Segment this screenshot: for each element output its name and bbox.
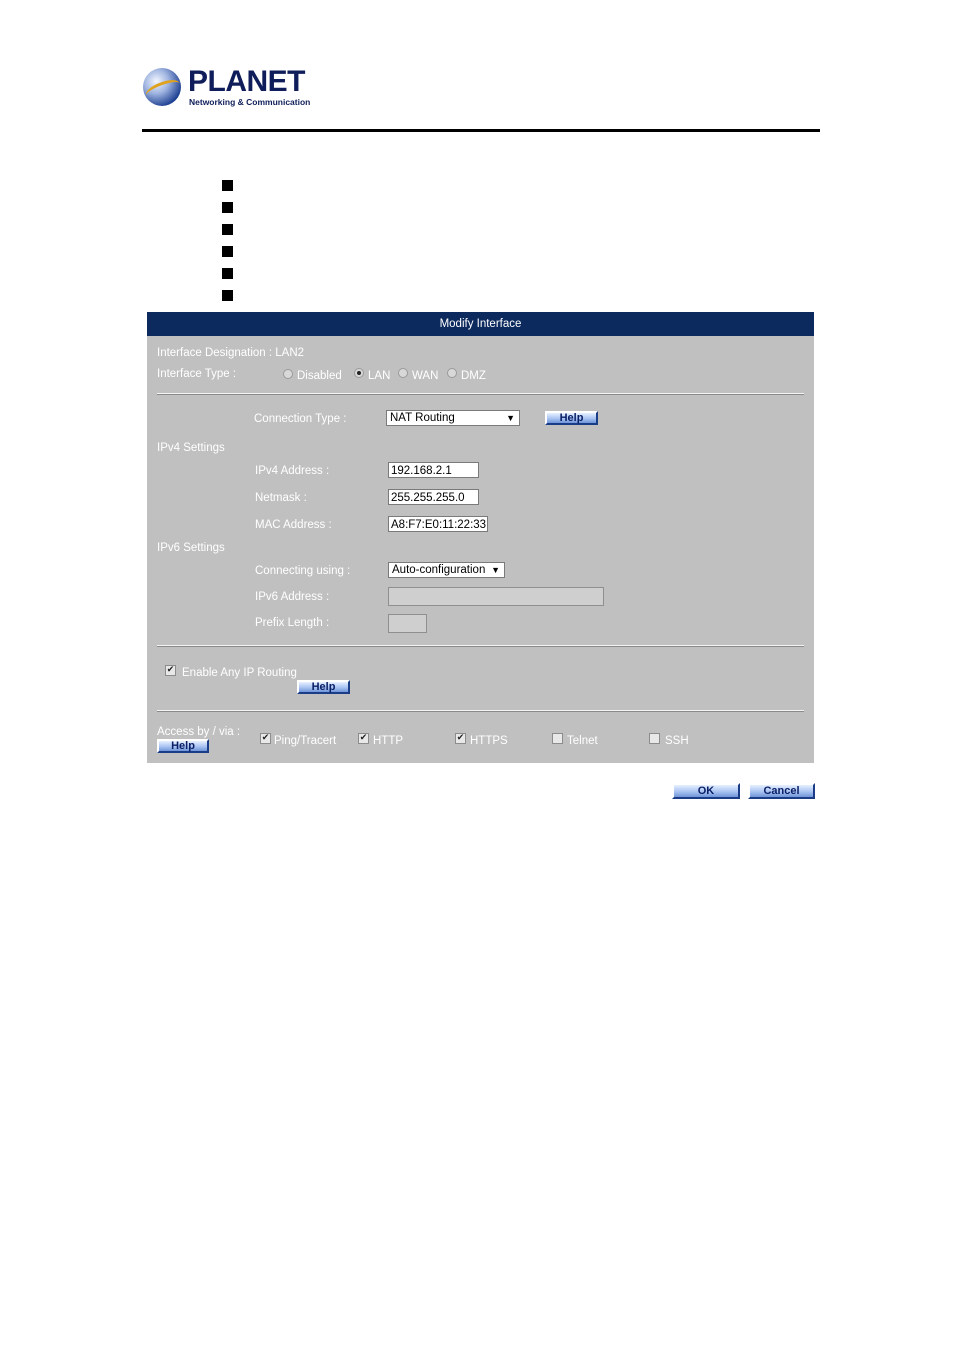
ipv6-heading: IPv6 Settings xyxy=(157,542,225,554)
radio-dmz[interactable] xyxy=(447,368,457,378)
access-http-checkbox[interactable]: ✔ xyxy=(358,733,369,744)
divider xyxy=(157,645,804,647)
any-ip-routing-label: Enable Any IP Routing xyxy=(182,667,297,679)
cancel-button[interactable]: Cancel xyxy=(748,783,815,799)
ipv4-address-label: IPv4 Address : xyxy=(255,465,330,477)
connecting-using-select[interactable]: Auto-configuration ▼ xyxy=(388,562,505,578)
ipv6-address-label: IPv6 Address : xyxy=(255,591,330,603)
access-https-label: HTTPS xyxy=(470,735,508,747)
modify-interface-panel: Modify Interface Interface Designation :… xyxy=(147,312,814,763)
connection-type-value: NAT Routing xyxy=(390,412,455,424)
bullet-icon xyxy=(222,202,233,213)
mac-address-field[interactable]: A8:F7:E0:11:22:33 xyxy=(388,516,488,532)
radio-dmz-label: DMZ xyxy=(461,370,486,382)
any-ip-routing-checkbox[interactable]: ✔ xyxy=(165,665,176,676)
ipv4-address-field[interactable]: 192.168.2.1 xyxy=(388,462,479,478)
ipv4-heading: IPv4 Settings xyxy=(157,442,225,454)
connecting-using-label: Connecting using : xyxy=(255,565,351,577)
bullet-icon xyxy=(222,290,233,301)
logo-brand: PLANET xyxy=(188,65,306,98)
mac-address-label: MAC Address : xyxy=(255,519,332,531)
designation-label: Interface Designation : xyxy=(157,347,276,359)
access-telnet-label: Telnet xyxy=(567,735,598,747)
netmask-field[interactable]: 255.255.255.0 xyxy=(388,489,479,505)
access-ssh-label: SSH xyxy=(665,735,689,747)
access-label: Access by / via : xyxy=(157,726,241,738)
designation-row: Interface Designation : LAN2 xyxy=(157,346,304,360)
radio-wan-label: WAN xyxy=(412,370,439,382)
access-telnet-checkbox[interactable] xyxy=(552,733,563,744)
connection-type-select[interactable]: NAT Routing ▼ xyxy=(386,410,520,426)
logo-tagline: Networking & Communication xyxy=(189,97,311,107)
bullet-icon xyxy=(222,246,233,257)
connection-type-label: Connection Type : xyxy=(254,413,347,425)
connecting-using-value: Auto-configuration xyxy=(392,564,486,576)
panel-title: Modify Interface xyxy=(147,312,814,336)
radio-disabled-label: Disabled xyxy=(297,370,342,382)
ipv6-address-field[interactable] xyxy=(388,587,604,606)
access-help-button[interactable]: Help xyxy=(157,739,209,753)
radio-wan[interactable] xyxy=(398,368,408,378)
prefix-length-label: Prefix Length : xyxy=(255,617,330,629)
header-divider xyxy=(142,129,820,132)
radio-disabled[interactable] xyxy=(283,369,293,379)
ok-button[interactable]: OK xyxy=(672,783,740,799)
designation-value: LAN2 xyxy=(275,347,305,359)
access-https-checkbox[interactable]: ✔ xyxy=(455,733,466,744)
access-ssh-checkbox[interactable] xyxy=(649,733,660,744)
bullet-icon xyxy=(222,180,233,191)
divider xyxy=(157,710,804,712)
netmask-label: Netmask : xyxy=(255,492,307,504)
connection-type-help-button[interactable]: Help xyxy=(545,411,598,425)
prefix-length-field[interactable] xyxy=(388,614,427,633)
planet-logo: PLANET Networking & Communication xyxy=(143,66,313,110)
access-ping-checkbox[interactable]: ✔ xyxy=(260,733,271,744)
bullet-list xyxy=(222,180,233,312)
access-ping-label: Ping/Tracert xyxy=(274,735,337,747)
dropdown-arrow-icon: ▼ xyxy=(491,565,500,575)
any-ip-help-button[interactable]: Help xyxy=(297,680,350,694)
radio-lan-label: LAN xyxy=(368,370,391,382)
divider xyxy=(157,393,804,395)
radio-lan[interactable] xyxy=(354,368,364,378)
bullet-icon xyxy=(222,268,233,279)
access-http-label: HTTP xyxy=(373,735,404,747)
dropdown-arrow-icon: ▼ xyxy=(506,413,515,423)
interface-type-label: Interface Type : xyxy=(157,368,237,380)
bullet-icon xyxy=(222,224,233,235)
